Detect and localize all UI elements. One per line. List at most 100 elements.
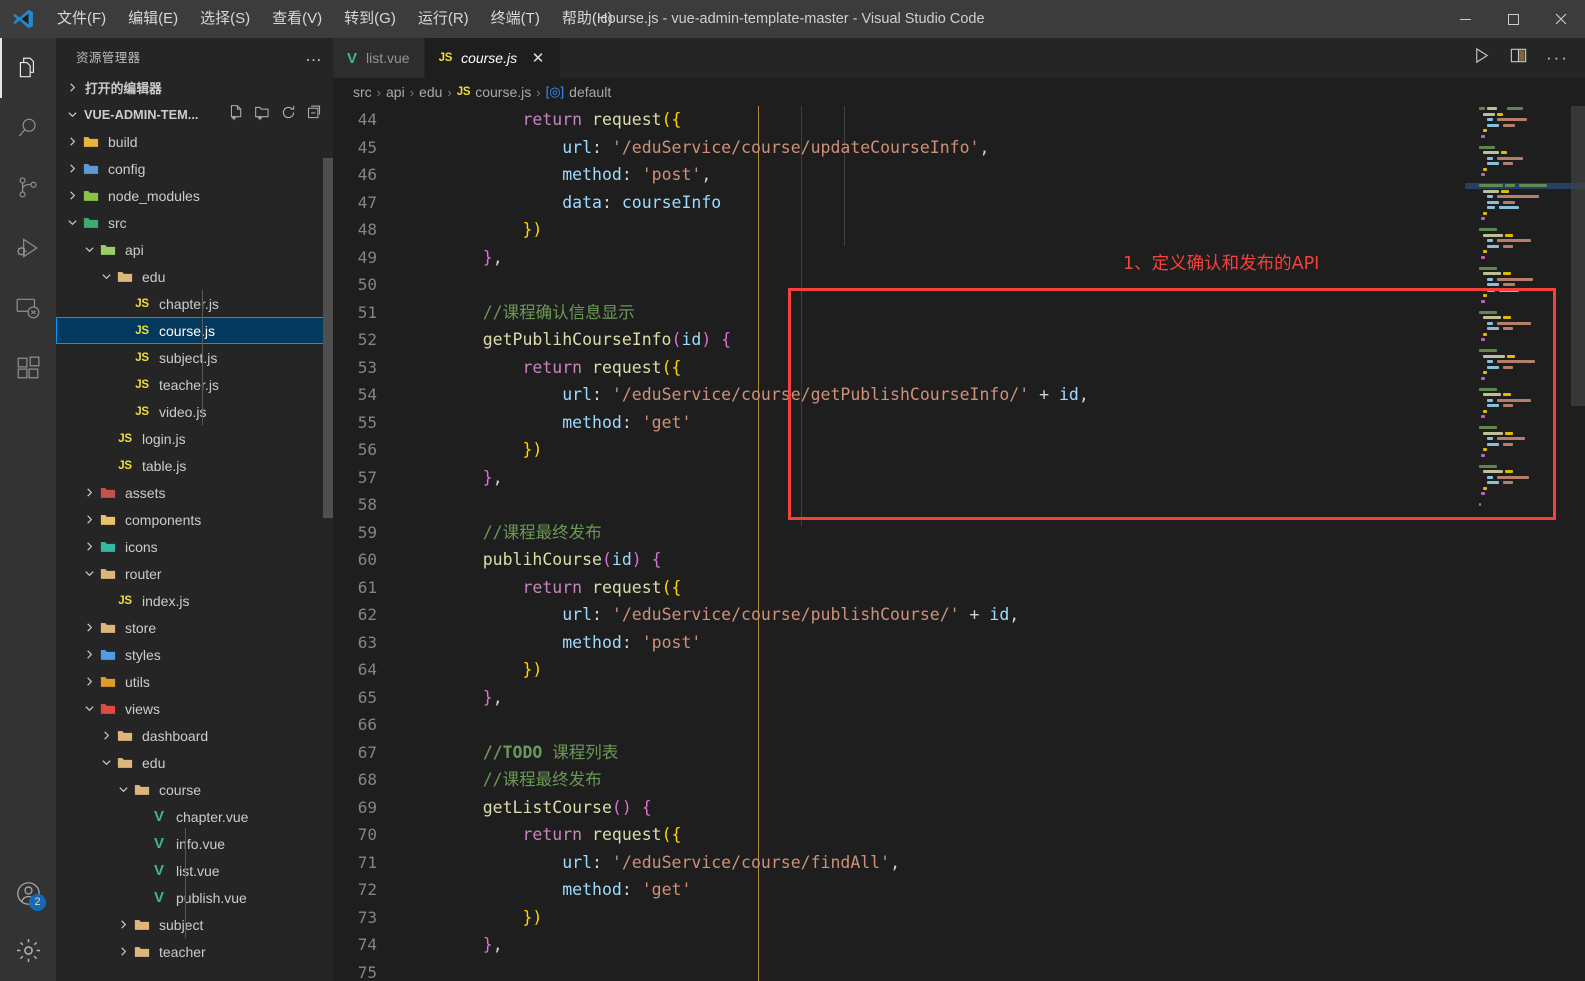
chevron-right-icon[interactable] (64, 163, 80, 174)
tree-item-publish-vue[interactable]: Vpublish.vue (56, 884, 333, 911)
breadcrumb-item-api[interactable]: api (386, 84, 405, 100)
menu-go[interactable]: 转到(G) (333, 5, 407, 33)
tree-item-login-js[interactable]: JS login.js (56, 425, 333, 452)
file-tree[interactable]: build config node_modules src api edu JS chapte… (56, 128, 333, 981)
tree-item-teacher[interactable]: teacher (56, 938, 333, 965)
menu-view[interactable]: 查看(V) (261, 5, 333, 33)
chevron-down-icon[interactable] (81, 568, 97, 579)
code-lines[interactable]: 44 return request({45 url: '/eduService/… (333, 106, 1585, 981)
refresh-icon[interactable] (280, 104, 297, 124)
breadcrumb-item-src[interactable]: src (353, 84, 372, 100)
tab-list-vue[interactable]: V list.vue (333, 38, 425, 78)
minimap-token (1487, 442, 1499, 446)
minimap[interactable] (1465, 106, 1585, 981)
breadcrumb-item-edu[interactable]: edu (419, 84, 442, 100)
editor-vertical-scrollbar[interactable] (1571, 106, 1585, 406)
tree-item-subject-js[interactable]: JS subject.js (56, 344, 333, 371)
activity-explorer-button[interactable] (0, 38, 56, 98)
minimize-button[interactable] (1441, 0, 1489, 38)
tree-item-router[interactable]: router (56, 560, 333, 587)
menu-edit[interactable]: 编辑(E) (117, 5, 189, 33)
activity-search-button[interactable] (0, 98, 56, 158)
tree-item-course-js[interactable]: JS course.js (56, 317, 333, 344)
chevron-right-icon[interactable] (81, 487, 97, 498)
tree-item-utils[interactable]: utils (56, 668, 333, 695)
chevron-right-icon[interactable] (81, 649, 97, 660)
tree-item-chapter-js[interactable]: JS chapter.js (56, 290, 333, 317)
tree-item-build[interactable]: build (56, 128, 333, 155)
chevron-down-icon[interactable] (81, 244, 97, 255)
tab-close-icon[interactable]: ✕ (530, 49, 546, 67)
activity-run-debug-button[interactable] (0, 218, 56, 278)
breadcrumb-item-file[interactable]: course.js (475, 84, 531, 100)
chevron-right-icon[interactable] (81, 676, 97, 687)
tree-item-subject[interactable]: subject (56, 911, 333, 938)
project-root-row[interactable]: VUE-ADMIN-TEM... (56, 100, 333, 128)
sidebar-more-icon[interactable]: … (305, 47, 323, 64)
tree-item-info-vue[interactable]: Vinfo.vue (56, 830, 333, 857)
tree-item-edu[interactable]: edu (56, 749, 333, 776)
menu-bar[interactable]: 文件(F) 编辑(E) 选择(S) 查看(V) 转到(G) 运行(R) 终端(T… (46, 5, 624, 33)
new-folder-icon[interactable] (254, 104, 271, 124)
tree-item-styles[interactable]: styles (56, 641, 333, 668)
menu-run[interactable]: 运行(R) (407, 5, 480, 33)
chevron-right-icon[interactable] (64, 136, 80, 147)
menu-help[interactable]: 帮助(H) (551, 5, 624, 33)
tree-item-list-vue[interactable]: Vlist.vue (56, 857, 333, 884)
chevron-right-icon[interactable] (115, 946, 131, 957)
chevron-right-icon[interactable] (81, 514, 97, 525)
tree-item-label: course.js (159, 322, 216, 339)
tree-item-views[interactable]: views (56, 695, 333, 722)
tree-item-icons[interactable]: icons (56, 533, 333, 560)
chevron-right-icon[interactable] (98, 730, 114, 741)
close-button[interactable] (1537, 0, 1585, 38)
new-file-icon[interactable] (228, 104, 245, 124)
tree-item-src[interactable]: src (56, 209, 333, 236)
tree-item-chapter-vue[interactable]: Vchapter.vue (56, 803, 333, 830)
tree-item-node_modules[interactable]: node_modules (56, 182, 333, 209)
chevron-right-icon[interactable] (64, 190, 80, 201)
chevron-right-icon[interactable] (81, 622, 97, 633)
tree-item-store[interactable]: store (56, 614, 333, 641)
tree-item-teacher-js[interactable]: JS teacher.js (56, 371, 333, 398)
open-editors-section[interactable]: 打开的编辑器 (56, 74, 333, 100)
chevron-down-icon[interactable] (98, 271, 114, 282)
code-line: 73 }) (333, 904, 1585, 932)
chevron-down-icon[interactable] (115, 784, 131, 795)
tree-item-course[interactable]: course (56, 776, 333, 803)
tree-item-table-js[interactable]: JS table.js (56, 452, 333, 479)
tree-item-assets[interactable]: assets (56, 479, 333, 506)
chevron-down-icon[interactable] (98, 757, 114, 768)
play-icon[interactable] (1472, 46, 1491, 70)
accounts-button[interactable]: 2 (0, 863, 56, 923)
settings-gear-button[interactable] (0, 923, 56, 977)
minimap-token (1499, 288, 1519, 292)
tree-item-config[interactable]: config (56, 155, 333, 182)
tree-item-dashboard[interactable]: dashboard (56, 722, 333, 749)
split-editor-icon[interactable] (1509, 46, 1528, 70)
chevron-down-icon[interactable] (64, 217, 80, 228)
sidebar-scrollbar[interactable] (323, 158, 333, 518)
activity-extensions-button[interactable] (0, 338, 56, 398)
menu-terminal[interactable]: 终端(T) (480, 5, 551, 33)
code-editor[interactable]: 44 return request({45 url: '/eduService/… (333, 106, 1585, 981)
annotation-text: 1、定义确认和发布的API (1123, 254, 1320, 274)
breadcrumb-item-symbol[interactable]: default (569, 84, 611, 100)
tree-item-video-js[interactable]: JS video.js (56, 398, 333, 425)
tree-item-index-js[interactable]: JS index.js (56, 587, 333, 614)
menu-selection[interactable]: 选择(S) (189, 5, 261, 33)
tree-item-edu[interactable]: edu (56, 263, 333, 290)
collapse-all-icon[interactable] (306, 104, 323, 124)
minimap-token (1479, 184, 1503, 187)
activity-remote-explorer-button[interactable] (0, 278, 56, 338)
activity-source-control-button[interactable] (0, 158, 56, 218)
chevron-down-icon[interactable] (81, 703, 97, 714)
tab-course-js[interactable]: JS course.js ✕ (424, 38, 562, 78)
chevron-right-icon[interactable] (115, 919, 131, 930)
chevron-right-icon[interactable] (81, 541, 97, 552)
tree-item-api[interactable]: api (56, 236, 333, 263)
tree-item-components[interactable]: components (56, 506, 333, 533)
ellipsis-icon[interactable]: ··· (1546, 49, 1569, 66)
menu-file[interactable]: 文件(F) (46, 5, 117, 33)
maximize-button[interactable] (1489, 0, 1537, 38)
